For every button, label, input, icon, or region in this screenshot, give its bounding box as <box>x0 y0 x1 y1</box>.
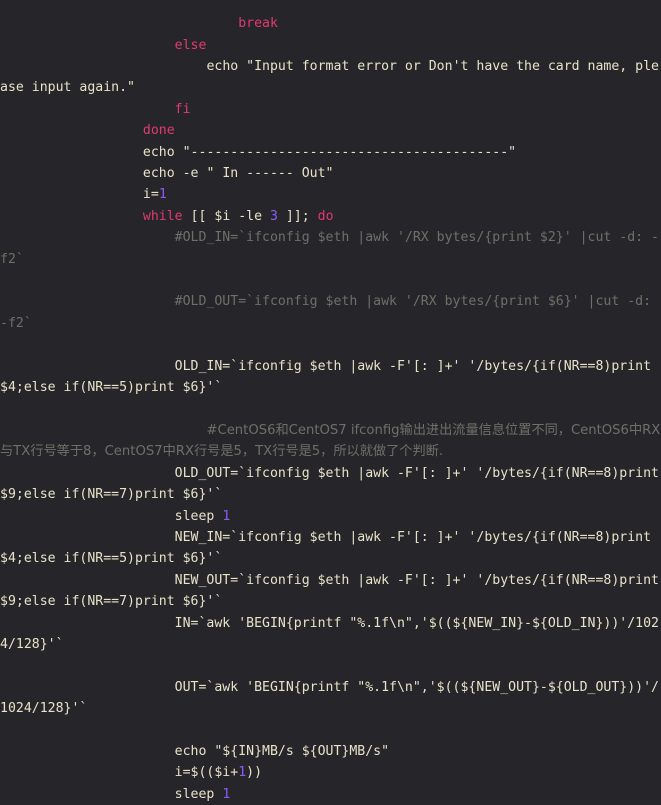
code-editor-pane[interactable]: break else echo "Input format error or D… <box>0 13 661 802</box>
code-token: ]]; <box>277 208 318 224</box>
code-line: #OLD_OUT=`ifconfig $eth |awk '/RX bytes/… <box>0 291 661 334</box>
code-token: do <box>317 208 334 224</box>
code-line: #OLD_IN=`ifconfig $eth |awk '/RX bytes/{… <box>0 227 661 270</box>
code-line: NEW_IN=`ifconfig $eth |awk -F'[: ]+' '/b… <box>0 527 661 570</box>
code-token: echo "----------------------------------… <box>142 144 517 160</box>
code-line: NEW_OUT=`ifconfig $eth |awk -F'[: ]+' '/… <box>0 570 661 613</box>
code-line: OUT=`awk 'BEGIN{printf "%.1f\n",'$((${NE… <box>0 677 661 720</box>
code-line <box>0 720 661 741</box>
code-token: break <box>238 16 278 32</box>
code-token: echo -e " In ------ Out" <box>142 166 334 182</box>
code-token: 1 <box>222 786 231 802</box>
code-line: IN=`awk 'BEGIN{printf "%.1f\n",'$((${NEW… <box>0 613 661 656</box>
code-token: 1 <box>222 508 231 524</box>
code-line: OLD_IN=`ifconfig $eth |awk -F'[: ]+' '/b… <box>0 356 661 399</box>
code-token: sleep <box>174 508 223 524</box>
code-line: echo -e " In ------ Out" <box>0 163 661 184</box>
code-line: fi <box>0 99 661 120</box>
code-line: OLD_OUT=`ifconfig $eth |awk -F'[: ]+' '/… <box>0 463 661 506</box>
code-line <box>0 270 661 291</box>
code-line: echo "----------------------------------… <box>0 142 661 163</box>
code-token: fi <box>174 101 191 117</box>
code-line: echo "${IN}MB/s ${OUT}MB/s" <box>0 741 661 762</box>
code-line: while [[ $i -le 3 ]]; do <box>0 206 661 227</box>
code-line <box>0 399 661 420</box>
code-token: while <box>142 208 183 224</box>
code-token: 3 <box>269 208 278 224</box>
code-token: 1 <box>158 187 167 203</box>
code-token: [[ $i -le <box>182 208 270 224</box>
code-line: done <box>0 120 661 141</box>
code-line: break <box>0 13 661 34</box>
code-line: else <box>0 35 661 56</box>
code-line: sleep 1 <box>0 784 661 805</box>
code-token: )) <box>246 765 263 781</box>
code-token: else <box>174 37 207 53</box>
code-line <box>0 334 661 355</box>
code-line: i=$(($i+1)) <box>0 762 661 783</box>
code-line <box>0 655 661 676</box>
code-token: sleep <box>174 786 223 802</box>
code-line: i=1 <box>0 184 661 205</box>
code-line: echo "Input format error or Don't have t… <box>0 56 661 99</box>
code-token: 1 <box>238 765 247 781</box>
code-token: echo "${IN}MB/s ${OUT}MB/s" <box>174 744 390 759</box>
code-token: done <box>142 123 175 139</box>
code-token: i= <box>142 187 159 203</box>
code-token: i=$(($i+ <box>174 765 239 781</box>
code-line: sleep 1 <box>0 506 661 527</box>
code-line: #CentOS6和CentOS7 ifconfig输出进出流量信息位置不同，Ce… <box>0 420 661 463</box>
